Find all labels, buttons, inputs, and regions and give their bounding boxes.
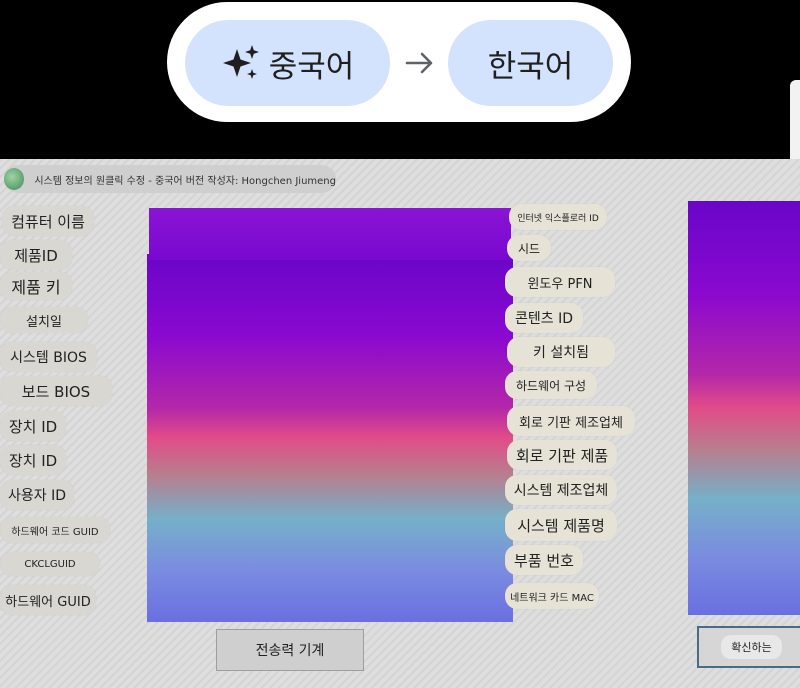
sparkle-icon bbox=[222, 45, 259, 79]
app-icon bbox=[4, 168, 25, 190]
label-computer-name[interactable]: 컴퓨터 이름 bbox=[2, 206, 94, 236]
label-board-manufacturer[interactable]: 회로 기판 제조업체 bbox=[507, 406, 635, 436]
target-language-button[interactable]: 한국어 bbox=[448, 20, 613, 106]
label-hardware-config[interactable]: 하드웨어 구성 bbox=[505, 371, 597, 399]
app-window: 시스템 정보의 원클릭 수정 - 중국어 버전 작성자: Hongchen Ji… bbox=[0, 159, 800, 688]
label-system-bios[interactable]: 시스템 BIOS bbox=[0, 342, 97, 372]
label-hardware-code-guid[interactable]: 하드웨어 코드 GUID bbox=[0, 517, 110, 543]
label-board-product[interactable]: 회로 기판 제품 bbox=[507, 440, 617, 470]
gradient-panel-main bbox=[147, 254, 513, 622]
transfer-machine-button[interactable]: 전송력 기계 bbox=[216, 629, 364, 671]
transfer-machine-label: 전송력 기계 bbox=[255, 643, 325, 659]
label-user-id[interactable]: 사용자 ID bbox=[0, 480, 74, 510]
label-key-installed[interactable]: 키 설치됨 bbox=[507, 337, 615, 367]
label-ckclguid[interactable]: CKCLGUID bbox=[0, 552, 100, 576]
confirm-label: 확신하는 bbox=[721, 635, 782, 659]
label-system-product-name[interactable]: 시스템 제품명 bbox=[505, 509, 617, 541]
language-selector: 중국어 한국어 bbox=[167, 2, 631, 122]
window-title: 시스템 정보의 원클릭 수정 - 중국어 버전 작성자: Hongchen Ji… bbox=[34, 175, 336, 187]
source-language-button[interactable]: 중국어 bbox=[185, 20, 390, 106]
label-product-key[interactable]: 제품 키 bbox=[0, 272, 72, 300]
label-seed[interactable]: 시드 bbox=[507, 235, 551, 261]
label-install-date[interactable]: 설치일 bbox=[0, 307, 88, 333]
label-device-id-1[interactable]: 장치 ID bbox=[0, 411, 66, 441]
label-system-manufacturer[interactable]: 시스템 제조업체 bbox=[505, 475, 617, 505]
label-internet-explorer-id[interactable]: 인터넷 익스플로러 ID bbox=[509, 204, 607, 230]
window-titlebar: 시스템 정보의 원클릭 수정 - 중국어 버전 작성자: Hongchen Ji… bbox=[4, 165, 336, 193]
label-part-number[interactable]: 부품 번호 bbox=[505, 545, 583, 575]
confirm-button[interactable]: 확신하는 bbox=[697, 626, 800, 668]
source-language-label: 중국어 bbox=[268, 48, 355, 85]
label-windows-pfn[interactable]: 윈도우 PFN bbox=[505, 267, 615, 297]
label-device-id-2[interactable]: 장치 ID bbox=[0, 445, 66, 475]
label-product-id[interactable]: 제품ID bbox=[0, 240, 72, 270]
gradient-panel-right bbox=[688, 201, 800, 615]
label-network-card-mac[interactable]: 네트워크 카드 MAC bbox=[505, 583, 599, 609]
arrow-right-icon bbox=[405, 52, 433, 74]
target-language-label: 한국어 bbox=[487, 48, 574, 85]
label-content-id[interactable]: 콘텐츠 ID bbox=[505, 303, 583, 333]
label-hardware-guid[interactable]: 하드웨어 GUID bbox=[0, 585, 96, 615]
label-board-bios[interactable]: 보드 BIOS bbox=[0, 376, 112, 406]
translate-bar: 중국어 한국어 bbox=[0, 0, 800, 160]
gradient-panel-top bbox=[149, 208, 511, 260]
